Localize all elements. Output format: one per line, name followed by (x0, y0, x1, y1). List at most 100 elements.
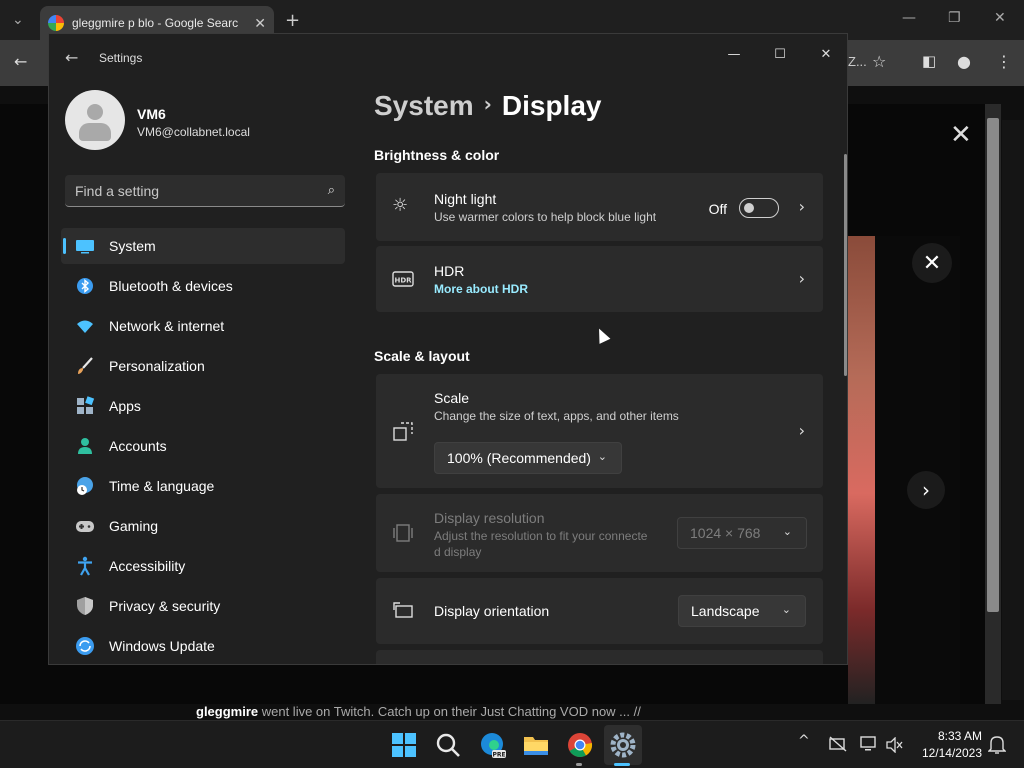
avatar-body (79, 123, 111, 141)
accounts-icon (78, 438, 92, 454)
overlay-close-icon[interactable]: ✕ (950, 120, 972, 150)
start-icon[interactable] (390, 731, 418, 759)
address-fragment: Z... (848, 54, 867, 69)
profile-name: VM6 (137, 106, 166, 122)
settings-window: ← Settings — ☐ ✕ VM6 VM6@collabnet.local… (48, 33, 848, 665)
page-scrollbar-thumb[interactable] (987, 118, 999, 612)
section-brightness-color: Brightness & color (374, 147, 500, 163)
orientation-title: Display orientation (434, 603, 550, 619)
sidebar-item-label: Accounts (109, 438, 167, 454)
sidebar-item-windows-update[interactable]: Windows Update (61, 628, 345, 664)
browser-close-icon[interactable]: ✕ (994, 10, 1006, 26)
volume-muted-icon[interactable] (886, 737, 904, 753)
tab-search-chevron-icon[interactable]: ⌄ (12, 12, 24, 28)
sidebar-item-time-language[interactable]: Time & language (61, 468, 345, 504)
result-snippet: gleggmire went live on Twitch. Catch up … (196, 704, 641, 719)
breadcrumb: System › Display (374, 90, 601, 122)
night-light-row[interactable]: ☼ Night light Use warmer colors to help … (376, 173, 823, 241)
display-resolution-row: Display resolution Adjust the resolution… (376, 494, 823, 572)
settings-gear-icon[interactable] (609, 731, 637, 759)
browser-menu-icon[interactable]: ⋮ (996, 52, 1012, 71)
sidebar-item-apps[interactable]: Apps (61, 388, 345, 424)
display-tray-icon[interactable] (860, 735, 878, 753)
tab-close-icon[interactable]: ✕ (254, 15, 266, 32)
edge-preview-icon[interactable]: PRE (478, 731, 506, 759)
tray-chevron-icon[interactable]: ^ (798, 733, 810, 749)
sidebar-item-gaming[interactable]: Gaming (61, 508, 345, 544)
bluetooth-icon (77, 278, 93, 294)
sidebar-item-system[interactable]: System (61, 228, 345, 264)
resolution-subtitle-line1: Adjust the resolution to fit your connec… (434, 529, 648, 543)
scale-icon (393, 422, 413, 441)
night-light-subtitle: Use warmer colors to help block blue lig… (434, 210, 657, 224)
preview-next-button[interactable]: › (907, 471, 945, 509)
system-icon (76, 240, 94, 254)
sidebar-item-privacy[interactable]: Privacy & security (61, 588, 345, 624)
sidebar-nav: System Bluetooth & devices Network & int… (61, 228, 345, 664)
settings-scrollbar[interactable] (844, 154, 847, 376)
resolution-icon (393, 524, 413, 542)
hdr-icon: HDR (392, 271, 414, 287)
accessibility-icon (78, 556, 92, 576)
search-icon[interactable]: ⌕ (328, 183, 335, 198)
network-disconnected-icon[interactable] (828, 735, 848, 753)
brush-icon (78, 357, 93, 374)
settings-back-icon[interactable]: ← (65, 48, 78, 67)
sidebar-item-label: System (109, 238, 156, 254)
google-icon (48, 15, 64, 31)
search-input[interactable] (75, 182, 305, 199)
minimize-button[interactable]: — (711, 40, 757, 68)
more-about-hdr-link[interactable]: More about HDR (434, 282, 528, 296)
sidebar-item-accounts[interactable]: Accounts (61, 428, 345, 464)
close-button[interactable]: ✕ (803, 40, 847, 68)
chevron-down-icon: ⌄ (781, 603, 791, 616)
orientation-dropdown[interactable]: Landscape ⌄ (678, 595, 806, 627)
sun-icon: ☼ (392, 195, 409, 216)
display-orientation-row[interactable]: Display orientation Landscape ⌄ (376, 578, 823, 644)
next-row-partial[interactable] (376, 650, 823, 664)
snippet-channel: gleggmire (196, 704, 259, 719)
sidebar-item-label: Gaming (109, 518, 159, 534)
bookmark-star-icon[interactable]: ☆ (872, 52, 886, 71)
chevron-right-icon[interactable]: › (799, 197, 805, 216)
avatar[interactable] (65, 90, 125, 150)
preview-close-button[interactable]: ✕ (912, 243, 952, 283)
shield-icon (77, 597, 93, 615)
scale-dropdown[interactable]: 100% (Recommended) ⌄ (434, 442, 622, 474)
browser-restore-icon[interactable]: ❐ (948, 10, 961, 26)
update-icon (76, 637, 94, 655)
sidebar-item-bluetooth[interactable]: Bluetooth & devices (61, 268, 345, 304)
sidebar-item-label: Accessibility (109, 558, 186, 574)
snippet-text: went live on Twitch. Catch up on their J… (258, 704, 641, 719)
page-scrollbar[interactable] (985, 104, 1001, 704)
new-tab-button[interactable]: + (285, 10, 300, 31)
profile-icon[interactable]: ● (957, 52, 971, 71)
chrome-icon[interactable] (566, 731, 594, 759)
file-explorer-icon[interactable] (522, 731, 550, 759)
chevron-right-icon[interactable]: › (799, 269, 805, 288)
search-icon[interactable] (434, 731, 462, 759)
breadcrumb-parent[interactable]: System (374, 90, 474, 121)
search-box[interactable]: ⌕ (65, 175, 345, 207)
taskbar: PRE ^ 8:33 AM 12/14/2023 (0, 720, 1024, 768)
sidebar-item-personalization[interactable]: Personalization (61, 348, 345, 384)
clock-time[interactable]: 8:33 AM (930, 729, 982, 743)
scale-row[interactable]: Scale Change the size of text, apps, and… (376, 374, 823, 488)
svg-text:PRE: PRE (492, 752, 505, 759)
browser-back-icon[interactable]: ← (14, 52, 27, 71)
sidebar-item-accessibility[interactable]: Accessibility (61, 548, 345, 584)
browser-minimize-icon[interactable]: — (902, 10, 916, 26)
chevron-right-icon[interactable]: › (799, 421, 805, 440)
night-light-toggle[interactable] (739, 198, 779, 218)
sidebar-item-network[interactable]: Network & internet (61, 308, 345, 344)
apps-icon (77, 396, 95, 414)
notification-bell-icon[interactable] (988, 735, 1006, 755)
avatar-head (87, 104, 103, 120)
maximize-button[interactable]: ☐ (757, 40, 803, 68)
hdr-title: HDR (434, 263, 465, 279)
sidebar-item-label: Bluetooth & devices (109, 278, 233, 294)
side-panel-icon[interactable]: ◧ (922, 52, 936, 70)
settings-app-title: Settings (99, 51, 143, 65)
hdr-row[interactable]: HDR HDR More about HDR › (376, 246, 823, 312)
clock-date[interactable]: 12/14/2023 (912, 746, 982, 760)
